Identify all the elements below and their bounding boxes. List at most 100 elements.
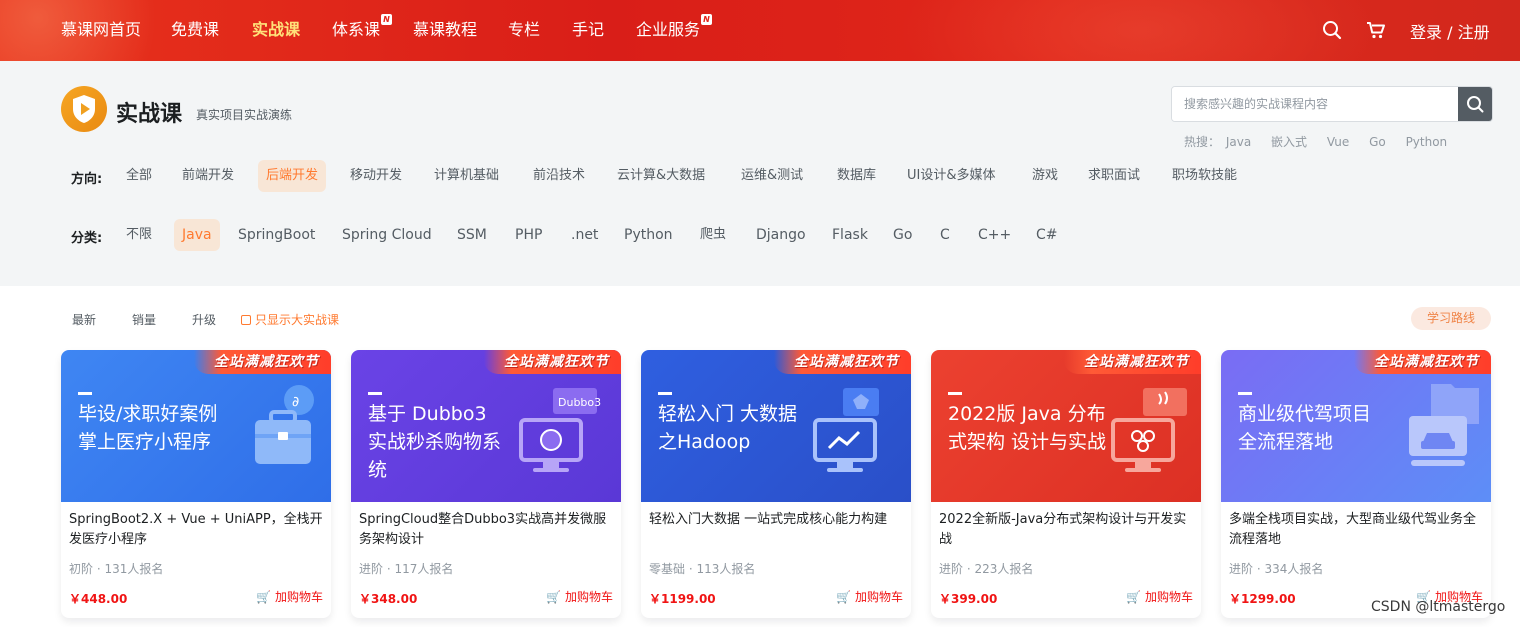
direction-option[interactable]: 求职面试 <box>1088 166 1140 186</box>
course-cover: 全站满减狂欢节 2022版 Java 分布式架构 设计与实战 <box>931 350 1201 502</box>
category-option[interactable]: SSM <box>457 225 487 245</box>
course-meta: 初阶 · 131人报名 <box>69 562 164 576</box>
svg-text:Dubbo3: Dubbo3 <box>558 396 601 409</box>
nav-item-enterprise[interactable]: 企业服务 N <box>636 14 713 41</box>
category-option[interactable]: Python <box>624 225 673 245</box>
practical-course-logo <box>61 86 107 132</box>
new-badge: N <box>701 14 713 25</box>
search-button[interactable] <box>1458 87 1492 121</box>
direction-option[interactable]: 职场软技能 <box>1172 166 1237 186</box>
login-register-link[interactable]: 登录 / 注册 <box>1410 19 1490 43</box>
category-option[interactable]: C# <box>1036 225 1058 245</box>
direction-option-selected[interactable]: 后端开发 <box>258 160 327 192</box>
promo-banner: 全站满减狂欢节 <box>194 350 331 374</box>
direction-option[interactable]: 前沿技术 <box>533 166 585 186</box>
category-option[interactable]: PHP <box>515 225 542 245</box>
java-monitor-icon <box>1111 388 1187 472</box>
hot-search-word[interactable]: 嵌入式 <box>1271 135 1307 149</box>
nav-item-free-courses[interactable]: 免费课 <box>171 19 219 41</box>
course-card[interactable]: 全站满减狂欢节 毕设/求职好案例 掌上医疗小程序 ∂ SpringBoot2.X… <box>61 350 331 618</box>
course-card[interactable]: 全站满减狂欢节 商业级代驾项目 全流程落地 多端全栈项目实战，大型商业级代驾业务… <box>1221 350 1491 618</box>
category-option[interactable]: Spring Cloud <box>342 225 432 245</box>
cart-icon: 🛒 <box>546 590 562 604</box>
course-price: ￥348.00 <box>359 592 418 606</box>
add-to-cart-button[interactable]: 🛒 加购物车 <box>1126 588 1193 605</box>
nav-item-label: 体系课 <box>332 20 381 39</box>
direction-option[interactable]: 全部 <box>126 166 152 186</box>
category-option[interactable]: Go <box>893 225 912 245</box>
hot-search-word[interactable]: Vue <box>1327 135 1349 149</box>
new-badge: N <box>381 14 393 25</box>
add-to-cart-button[interactable]: 🛒 加购物车 <box>546 588 613 605</box>
add-to-cart-label: 加购物车 <box>564 590 613 604</box>
category-option[interactable]: .net <box>571 225 598 245</box>
course-card[interactable]: 全站满减狂欢节 基于 Dubbo3 实战秒杀购物系统 Dubbo3 Spring… <box>351 350 621 618</box>
direction-option[interactable]: 游戏 <box>1032 166 1058 186</box>
add-to-cart-button[interactable]: 🛒 加购物车 <box>256 588 323 605</box>
direction-option[interactable]: 前端开发 <box>182 166 234 186</box>
course-price: ￥399.00 <box>939 592 998 606</box>
course-title[interactable]: 2022全新版-Java分布式架构设计与开发实战 <box>939 510 1195 550</box>
cover-dash <box>658 392 672 395</box>
svg-text:∂: ∂ <box>292 394 299 410</box>
nav-item-tutorials[interactable]: 慕课教程 <box>413 19 477 41</box>
cart-icon: 🛒 <box>256 590 272 604</box>
direction-option[interactable]: 计算机基础 <box>434 166 499 186</box>
checkbox-label: 只显示大实战课 <box>255 313 340 327</box>
course-meta: 进阶 · 117人报名 <box>359 562 454 576</box>
add-to-cart-label: 加购物车 <box>1144 590 1193 604</box>
category-option[interactable]: C++ <box>978 225 1011 245</box>
course-meta: 零基础 · 113人报名 <box>649 562 756 576</box>
course-title[interactable]: 轻松入门大数据 一站式完成核心能力构建 <box>649 510 905 530</box>
learning-route-button[interactable]: 学习路线 <box>1411 307 1491 330</box>
category-option[interactable]: 不限 <box>126 225 152 245</box>
sort-sales[interactable]: 销量 <box>132 311 156 328</box>
hot-search-word[interactable]: Java <box>1226 135 1251 149</box>
add-to-cart-button[interactable]: 🛒 加购物车 <box>836 588 903 605</box>
hot-search-word[interactable]: Python <box>1406 135 1448 149</box>
top-navigation-bar: 慕课网首页 免费课 实战课 体系课 N 慕课教程 专栏 手记 企业服务 N 登录 /… <box>0 0 1520 61</box>
category-option[interactable]: SpringBoot <box>238 225 315 245</box>
nav-item-notes[interactable]: 手记 <box>572 19 604 41</box>
search-input[interactable] <box>1172 87 1458 121</box>
car-monitor-icon <box>1409 384 1479 466</box>
cart-icon: 🛒 <box>1126 590 1142 604</box>
search-icon[interactable] <box>1322 20 1342 44</box>
cover-title: 商业级代驾项目 全流程落地 <box>1238 403 1372 453</box>
nav-item-system-courses[interactable]: 体系课 N <box>332 14 393 41</box>
category-option[interactable]: Flask <box>832 225 868 245</box>
cover-title: 基于 Dubbo3 实战秒杀购物系统 <box>368 403 502 481</box>
nav-item-columns[interactable]: 专栏 <box>508 19 540 41</box>
category-option-selected[interactable]: Java <box>174 219 220 251</box>
direction-option[interactable]: 数据库 <box>837 166 876 186</box>
direction-option[interactable]: 云计算&大数据 <box>617 166 705 186</box>
course-title[interactable]: 多端全栈项目实战，大型商业级代驾业务全流程落地 <box>1229 510 1485 550</box>
search-icon <box>1467 96 1484 113</box>
sort-newest[interactable]: 最新 <box>72 311 96 328</box>
direction-option[interactable]: 移动开发 <box>350 166 402 186</box>
course-title[interactable]: SpringCloud整合Dubbo3实战高并发微服务架构设计 <box>359 510 615 550</box>
page-subtitle: 真实项目实战演练 <box>196 108 293 122</box>
nav-item-practical-courses[interactable]: 实战课 <box>252 19 300 41</box>
direction-option[interactable]: 运维&测试 <box>741 166 803 186</box>
course-card[interactable]: 全站满减狂欢节 2022版 Java 分布式架构 设计与实战 2022全新版-J… <box>931 350 1201 618</box>
category-option[interactable]: C <box>940 225 950 245</box>
briefcase-icon: ∂ <box>255 385 314 464</box>
promo-banner: 全站满减狂欢节 <box>1064 350 1201 374</box>
hot-search-row: 热搜： Java 嵌入式 Vue Go Python <box>1184 133 1463 150</box>
hot-search-word[interactable]: Go <box>1369 135 1386 149</box>
category-option[interactable]: 爬虫 <box>700 225 726 245</box>
sort-upgrade[interactable]: 升级 <box>192 311 216 328</box>
nav-item-home[interactable]: 慕课网首页 <box>61 19 141 41</box>
add-to-cart-label: 加购物车 <box>854 590 903 604</box>
category-label: 分类: <box>71 231 103 246</box>
course-title[interactable]: SpringBoot2.X + Vue + UniAPP，全栈开发医疗小程序 <box>69 510 325 550</box>
cover-dash <box>948 392 962 395</box>
course-card[interactable]: 全站满减狂欢节 轻松入门 大数据之Hadoop 轻松入门大数据 一站式完成核心能… <box>641 350 911 618</box>
add-to-cart-label: 加购物车 <box>274 590 323 604</box>
category-option[interactable]: Django <box>756 225 806 245</box>
direction-option[interactable]: UI设计&多媒体 <box>907 166 996 186</box>
cart-icon[interactable] <box>1366 20 1386 44</box>
only-big-course-checkbox[interactable]: 只显示大实战课 <box>241 311 339 328</box>
course-cover: 全站满减狂欢节 轻松入门 大数据之Hadoop <box>641 350 911 502</box>
